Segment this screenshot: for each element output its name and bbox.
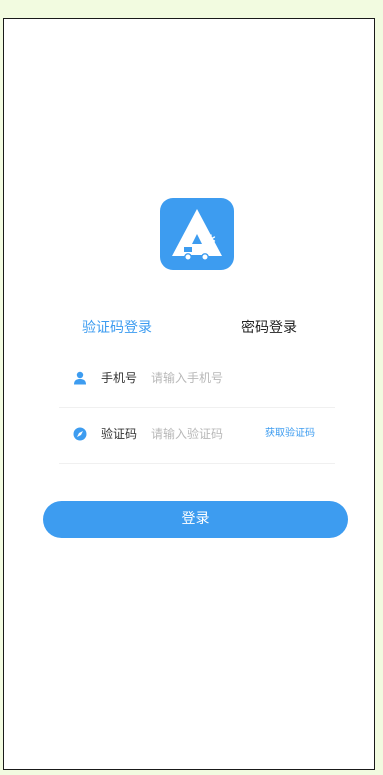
code-label: 验证码	[101, 427, 138, 441]
compass-icon	[73, 426, 87, 441]
app-screen: 验证码登录 密码登录 手机号 验证码 获取验证码 登录	[3, 18, 375, 770]
login-button[interactable]: 登录	[43, 501, 348, 538]
tab-sms-login[interactable]: 验证码登录	[82, 318, 152, 338]
tab-password-login[interactable]: 密码登录	[241, 318, 297, 338]
code-input[interactable]	[151, 422, 259, 446]
user-icon	[73, 370, 87, 385]
phone-row: 手机号	[59, 352, 335, 408]
app-logo	[160, 198, 234, 270]
get-code-button[interactable]: 获取验证码	[265, 426, 315, 442]
phone-input[interactable]	[151, 366, 259, 390]
code-row: 验证码 获取验证码	[59, 408, 335, 464]
phone-label: 手机号	[101, 371, 138, 385]
truck-mountain-icon	[172, 209, 222, 261]
